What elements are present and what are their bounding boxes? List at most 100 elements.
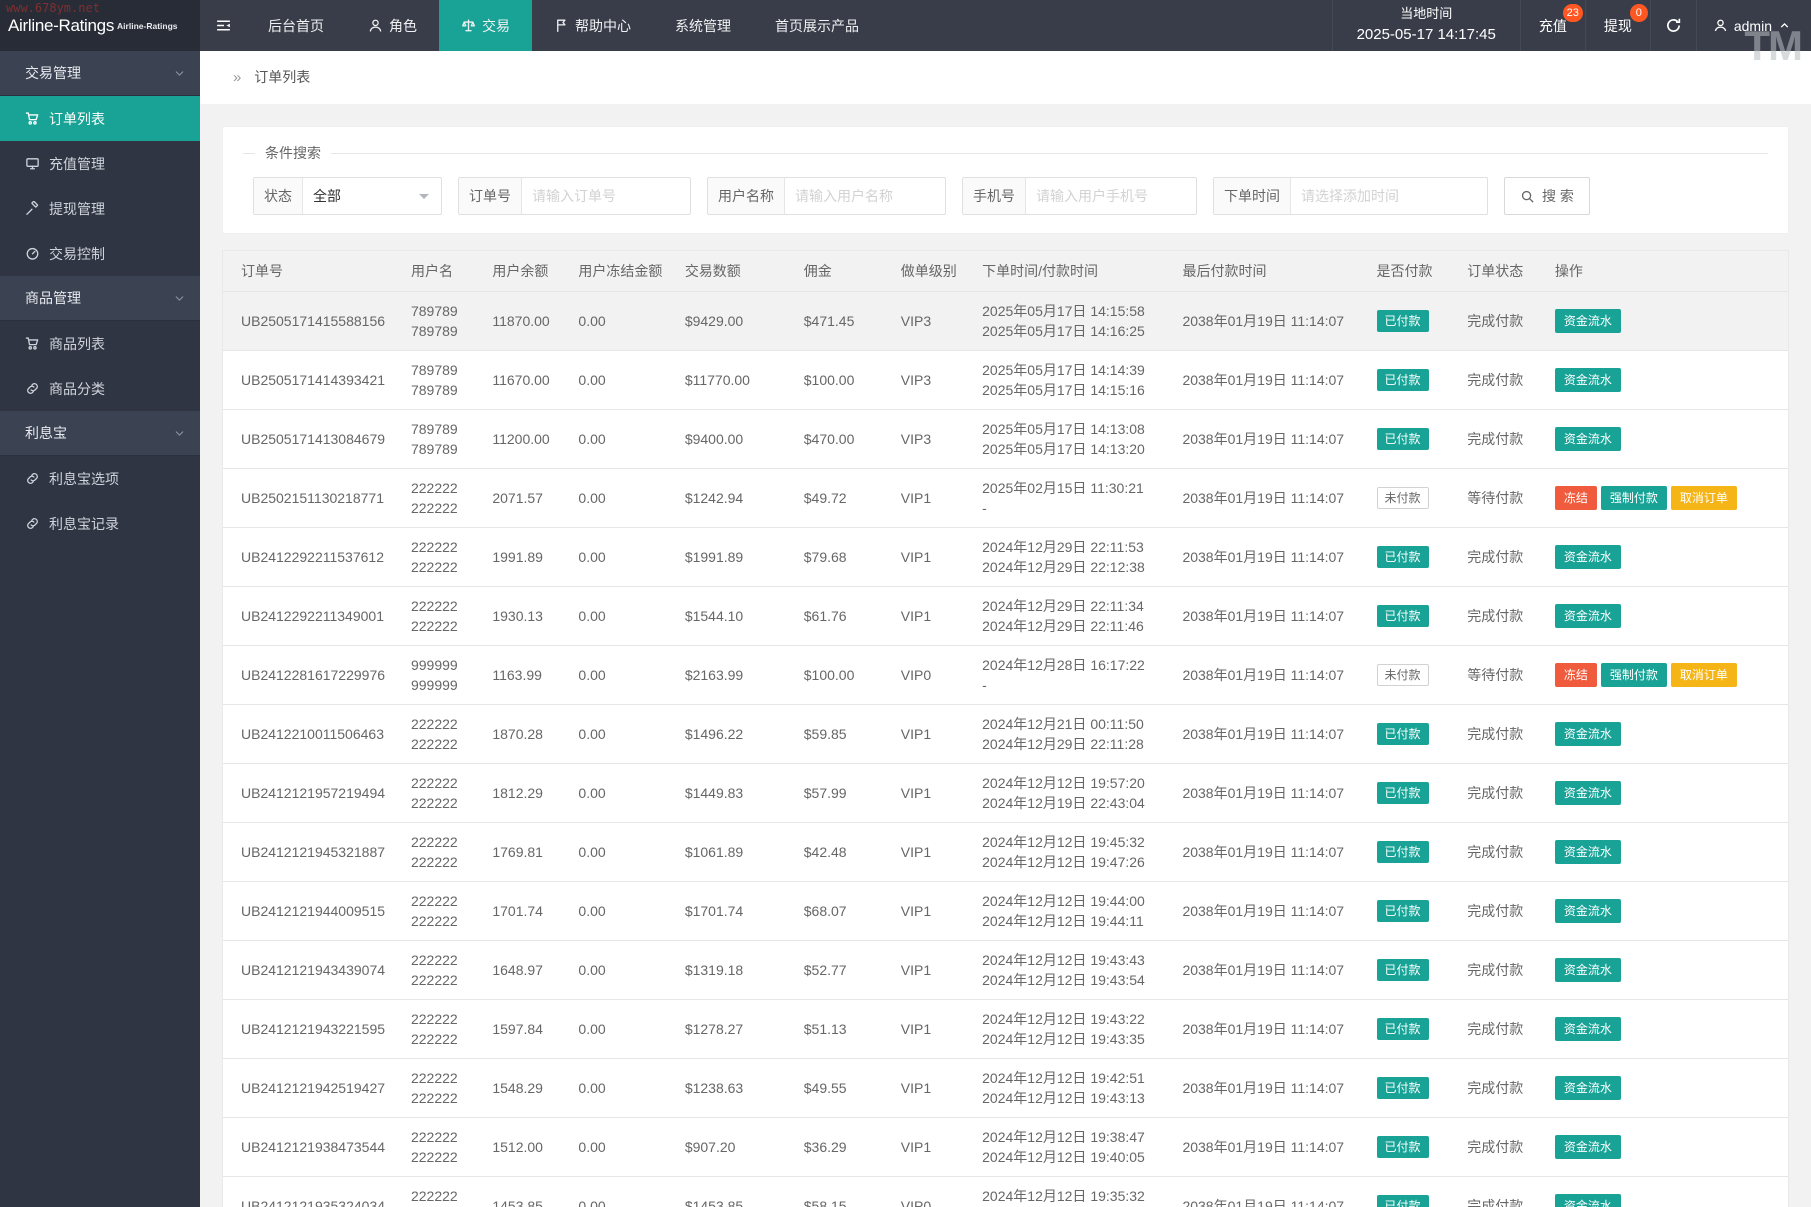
- order-pay-time: 2025年05月17日 14:14:392025年05月17日 14:15:16: [974, 350, 1174, 409]
- cancel-order-button[interactable]: 取消订单: [1671, 663, 1737, 687]
- commission: $100.00: [796, 645, 893, 704]
- fund-flow-button[interactable]: 资金流水: [1555, 427, 1621, 451]
- sidebar-group-1[interactable]: 商品管理: [0, 276, 200, 321]
- freeze-button[interactable]: 冻结: [1555, 663, 1597, 687]
- actions-cell: 资金流水: [1547, 940, 1788, 999]
- paid-status: 已付款: [1369, 940, 1460, 999]
- order-pay-time: 2024年12月12日 19:35:322024年12月12日 19:35:43: [974, 1176, 1174, 1207]
- nav-item-2[interactable]: 交易: [439, 0, 532, 51]
- username-input[interactable]: [785, 178, 945, 214]
- sidebar-item-1-0[interactable]: 商品列表: [0, 321, 200, 366]
- fund-flow-button[interactable]: 资金流水: [1555, 1135, 1621, 1159]
- phone-input[interactable]: [1026, 178, 1196, 214]
- user-balance: 1701.74: [484, 881, 570, 940]
- sidebar-toggle-button[interactable]: [200, 0, 246, 51]
- commission: $36.29: [796, 1117, 893, 1176]
- cancel-order-button[interactable]: 取消订单: [1671, 486, 1737, 510]
- table-row: UB24121219440095152222222222221701.740.0…: [223, 881, 1788, 940]
- order-status: 完成付款: [1459, 350, 1547, 409]
- actions-cell: 资金流水: [1547, 409, 1788, 468]
- refresh-button[interactable]: [1651, 0, 1697, 51]
- fund-flow-button[interactable]: 资金流水: [1555, 309, 1621, 333]
- username-cell: 789789789789: [403, 291, 484, 350]
- sidebar-item-2-0[interactable]: 利息宝选项: [0, 456, 200, 501]
- order-status: 完成付款: [1459, 527, 1547, 586]
- last-pay-time: 2038年01月19日 11:14:07: [1174, 586, 1368, 645]
- username-cell: 222222222222: [403, 468, 484, 527]
- commission: $471.45: [796, 291, 893, 350]
- order-pay-time: 2025年05月17日 14:13:082025年05月17日 14:13:20: [974, 409, 1174, 468]
- fund-flow-button[interactable]: 资金流水: [1555, 722, 1621, 746]
- sidebar-item-label: 充值管理: [49, 154, 105, 174]
- gauge-icon: [25, 246, 40, 261]
- recharge-link[interactable]: 充值 23: [1521, 0, 1586, 51]
- fund-flow-button[interactable]: 资金流水: [1555, 604, 1621, 628]
- paid-status: 已付款: [1369, 586, 1460, 645]
- fund-flow-button[interactable]: 资金流水: [1555, 1194, 1621, 1207]
- order-time-input[interactable]: [1291, 178, 1487, 214]
- username-cell: 789789789789: [403, 350, 484, 409]
- search-icon: [1520, 189, 1535, 204]
- user-balance: 11870.00: [484, 291, 570, 350]
- trade-amount: $11770.00: [677, 350, 796, 409]
- sidebar-item-2-1[interactable]: 利息宝记录: [0, 501, 200, 546]
- commission: $49.55: [796, 1058, 893, 1117]
- status-filter: 状态 全部: [253, 177, 442, 215]
- user-balance: 1512.00: [484, 1117, 570, 1176]
- sidebar-item-0-0[interactable]: 订单列表: [0, 96, 200, 141]
- order-no: UB2412121935324034: [223, 1176, 403, 1207]
- sidebar-group-label: 商品管理: [25, 288, 173, 308]
- sidebar-group-0[interactable]: 交易管理: [0, 51, 200, 96]
- table-row: UB250517141308467978978978978911200.000.…: [223, 409, 1788, 468]
- nav-item-0[interactable]: 后台首页: [246, 0, 346, 51]
- nav-item-4[interactable]: 系统管理: [653, 0, 753, 51]
- frozen-amount: 0.00: [570, 704, 676, 763]
- username-cell: 222222222222: [403, 999, 484, 1058]
- fund-flow-button[interactable]: 资金流水: [1555, 545, 1621, 569]
- fund-flow-button[interactable]: 资金流水: [1555, 1017, 1621, 1041]
- sidebar-item-1-1[interactable]: 商品分类: [0, 366, 200, 411]
- last-pay-time: 2038年01月19日 11:14:07: [1174, 940, 1368, 999]
- table-header-row: 订单号用户名用户余额用户冻结金额交易数额佣金做单级别下单时间/付款时间最后付款时…: [223, 251, 1788, 291]
- nav-item-label: 首页展示产品: [775, 16, 859, 36]
- fund-flow-button[interactable]: 资金流水: [1555, 781, 1621, 805]
- username-cell: 789789789789: [403, 409, 484, 468]
- fund-flow-button[interactable]: 资金流水: [1555, 368, 1621, 392]
- nav-item-1[interactable]: 角色: [346, 0, 439, 51]
- sidebar-item-0-1[interactable]: 充值管理: [0, 141, 200, 186]
- vip-level: VIP0: [893, 645, 974, 704]
- force-pay-button[interactable]: 强制付款: [1601, 663, 1667, 687]
- fund-flow-button[interactable]: 资金流水: [1555, 958, 1621, 982]
- order-no: UB2412121942519427: [223, 1058, 403, 1117]
- sidebar-item-0-3[interactable]: 交易控制: [0, 231, 200, 276]
- sidebar-group-2[interactable]: 利息宝: [0, 411, 200, 456]
- username-cell: 222222222222: [403, 763, 484, 822]
- fund-flow-button[interactable]: 资金流水: [1555, 899, 1621, 923]
- condition-legend: 条件搜索: [255, 143, 331, 163]
- fund-flow-button[interactable]: 资金流水: [1555, 1076, 1621, 1100]
- sidebar-item-0-2[interactable]: 提现管理: [0, 186, 200, 231]
- paid-status: 已付款: [1369, 1117, 1460, 1176]
- force-pay-button[interactable]: 强制付款: [1601, 486, 1667, 510]
- sidebar-item-label: 交易控制: [49, 244, 105, 264]
- sidebar: 交易管理订单列表充值管理提现管理交易控制商品管理商品列表商品分类利息宝利息宝选项…: [0, 51, 200, 1207]
- withdraw-link[interactable]: 提现 0: [1586, 0, 1651, 51]
- status-select[interactable]: 全部: [303, 178, 441, 214]
- withdraw-label: 提现: [1604, 16, 1632, 36]
- fund-flow-button[interactable]: 资金流水: [1555, 840, 1621, 864]
- commission: $100.00: [796, 350, 893, 409]
- url-watermark: www.678ym.net: [6, 1, 100, 15]
- freeze-button[interactable]: 冻结: [1555, 486, 1597, 510]
- vip-level: VIP3: [893, 291, 974, 350]
- nav-item-3[interactable]: 帮助中心: [532, 0, 653, 51]
- order-no-input[interactable]: [522, 178, 690, 214]
- user-balance: 1769.81: [484, 822, 570, 881]
- actions-cell: 资金流水: [1547, 763, 1788, 822]
- last-pay-time: 2038年01月19日 11:14:07: [1174, 527, 1368, 586]
- paid-status: 已付款: [1369, 409, 1460, 468]
- nav-item-5[interactable]: 首页展示产品: [753, 0, 881, 51]
- frozen-amount: 0.00: [570, 645, 676, 704]
- commission: $470.00: [796, 409, 893, 468]
- username-cell: 999999999999: [403, 645, 484, 704]
- search-button[interactable]: 搜 索: [1504, 177, 1590, 215]
